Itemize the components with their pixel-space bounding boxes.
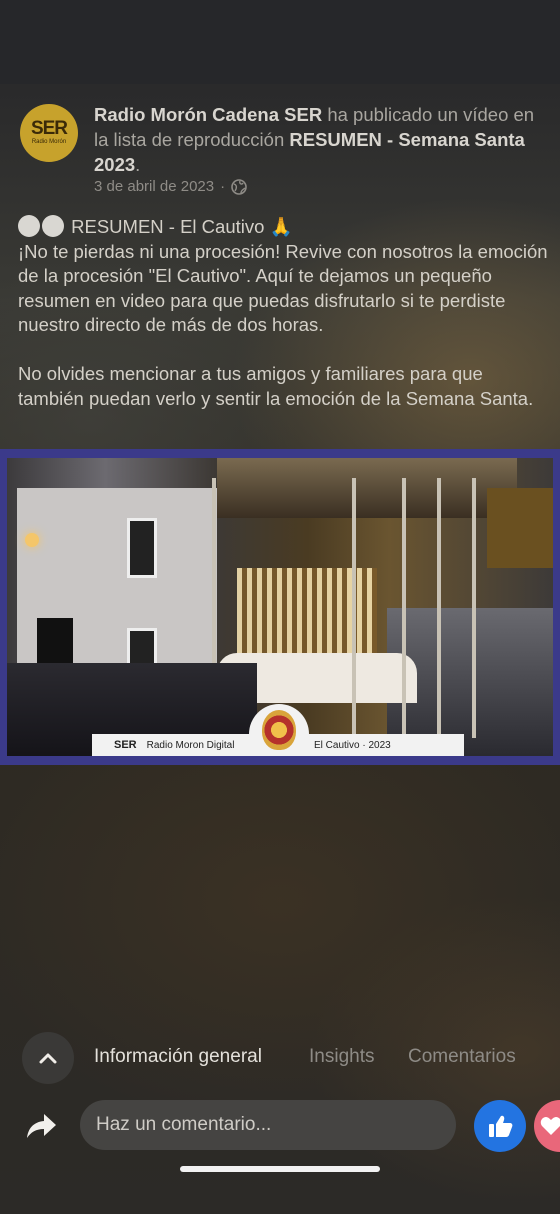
brotherhood-crest (249, 704, 309, 756)
circle-emoji-icon (18, 215, 40, 237)
post-title: RESUMEN - El Cautivo 🙏 (71, 216, 293, 237)
tab-informacion-general[interactable]: Información general (94, 1046, 262, 1068)
thumbs-up-icon (489, 1115, 513, 1137)
circle-emoji-icon (42, 215, 64, 237)
video-player[interactable]: SER Radio Moron Digital El Cautivo · 202… (0, 449, 560, 765)
home-indicator (180, 1166, 380, 1172)
globe-icon (231, 178, 247, 195)
crest-icon (262, 710, 296, 750)
post-paragraph-1: ¡No te pierdas ni una procesión! Revive … (18, 240, 548, 336)
chevron-up-icon (39, 1053, 57, 1064)
collapse-button[interactable] (22, 1032, 74, 1084)
avatar-logo-subtext: Radio Morón (31, 139, 67, 145)
banner-ser-logo: SER (114, 739, 137, 751)
page-name-link[interactable]: Radio Morón Cadena SER (94, 104, 322, 125)
post-date[interactable]: 3 de abril de 2023 (94, 178, 214, 195)
comment-row: Haz un comentario... (0, 1098, 560, 1154)
top-bar (0, 0, 560, 84)
post-title-line: RESUMEN - El Cautivo 🙏 (18, 215, 548, 240)
post-meta: 3 de abril de 2023 · (94, 178, 247, 195)
love-button[interactable] (534, 1100, 560, 1152)
bottom-tabs: Información general Insights Comentarios (0, 1030, 560, 1086)
meta-separator: · (220, 178, 226, 195)
post-text: RESUMEN - El Cautivo 🙏 ¡No te pierdas ni… (18, 215, 548, 411)
share-icon[interactable] (24, 1110, 58, 1142)
like-button[interactable] (474, 1100, 526, 1152)
heart-icon (540, 1117, 560, 1135)
tab-comentarios[interactable]: Comentarios (408, 1046, 516, 1068)
avatar-logo-text: SER (30, 118, 68, 139)
tab-insights[interactable]: Insights (309, 1046, 374, 1068)
street-lamp (25, 533, 39, 547)
page-avatar[interactable]: SER Radio Morón (20, 104, 78, 162)
comment-input[interactable]: Haz un comentario... (80, 1100, 456, 1150)
video-frame[interactable]: SER Radio Moron Digital El Cautivo · 202… (7, 458, 553, 756)
banner-left-label: Radio Moron Digital (146, 739, 235, 751)
post-headline: Radio Morón Cadena SER ha publicado un v… (94, 102, 544, 177)
banner-right-label: El Cautivo · 2023 (314, 739, 391, 751)
playlist-suffix: . (135, 154, 141, 175)
comment-placeholder: Haz un comentario... (96, 1114, 272, 1135)
post-paragraph-2: No olvides mencionar a tus amigos y fami… (18, 363, 534, 409)
